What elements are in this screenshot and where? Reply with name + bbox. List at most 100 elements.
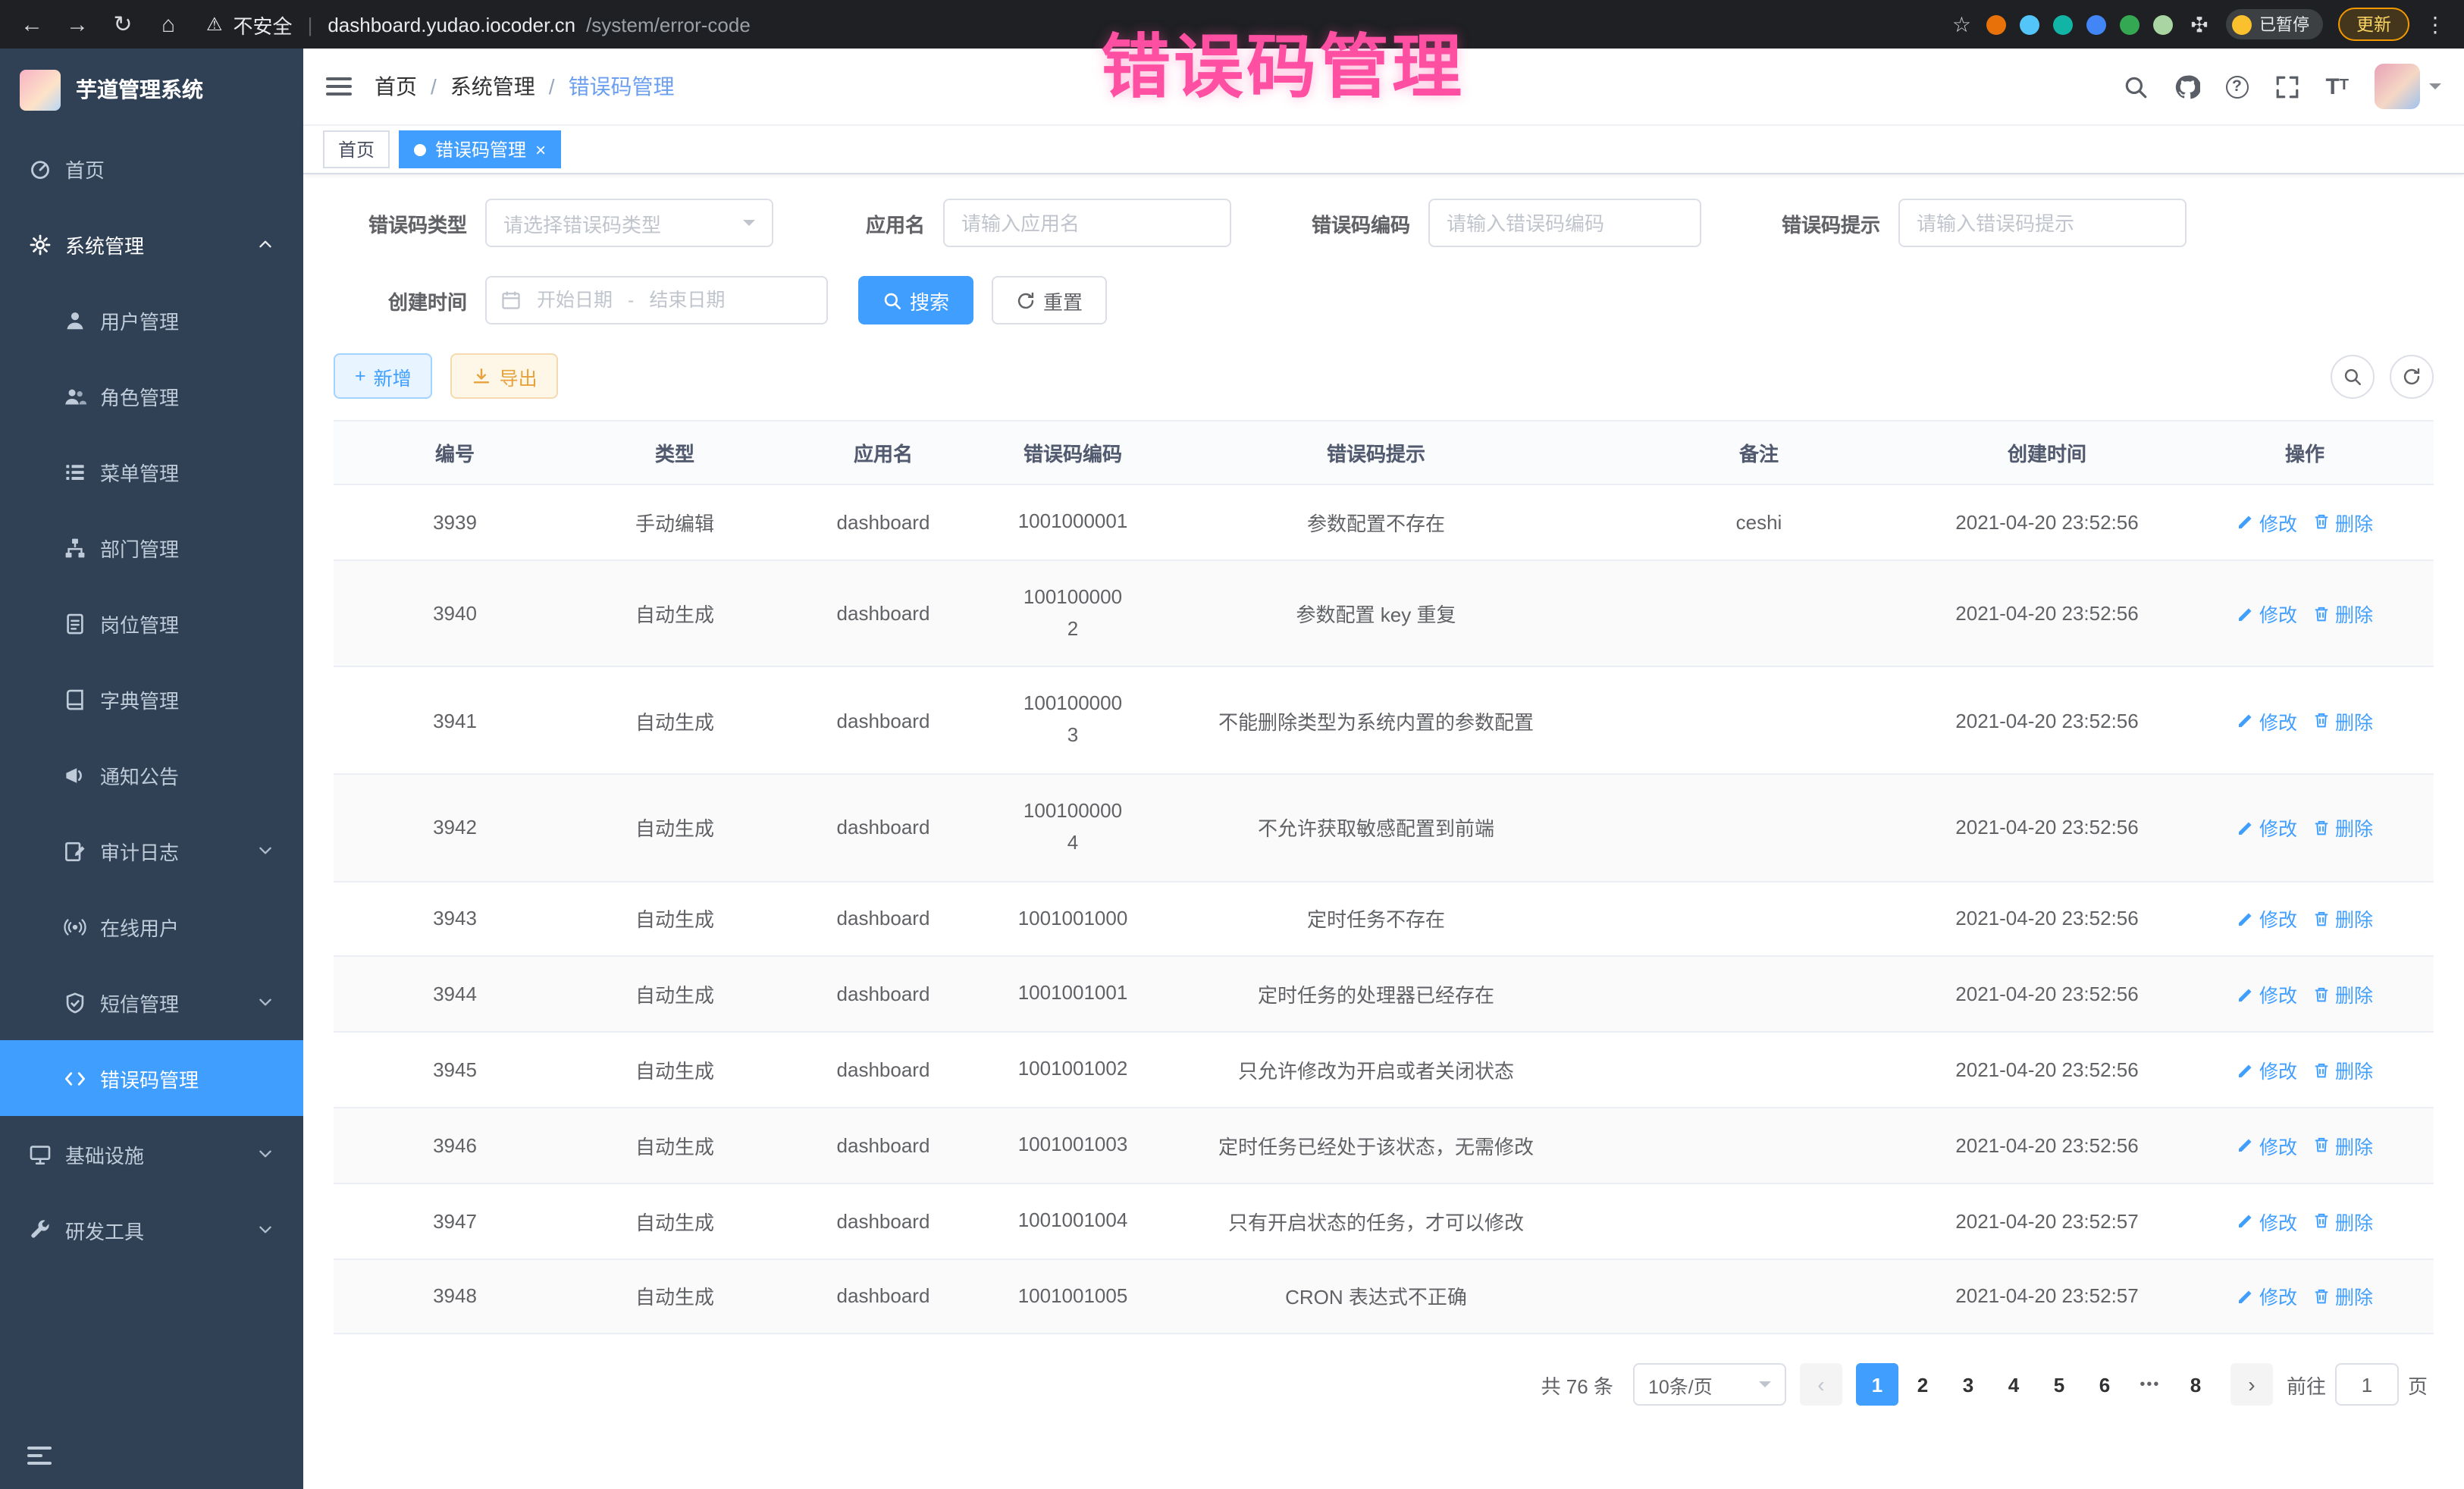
search-button[interactable]: 搜索 [858,276,973,324]
error-hint-input[interactable] [1898,199,2187,247]
extension-icon[interactable] [2020,14,2039,34]
edit-button[interactable]: 修改 [2237,599,2297,628]
update-button[interactable]: 更新 [2338,8,2409,41]
user-menu[interactable] [2375,64,2441,109]
paused-badge[interactable]: 已暂停 [2226,9,2323,39]
github-icon[interactable] [2174,74,2199,99]
sidebar-toggle-button[interactable] [326,77,352,96]
sidebar-item-menu-management[interactable]: 菜单管理 [0,434,303,509]
delete-button[interactable]: 删除 [2312,1055,2373,1084]
font-size-icon[interactable]: TT [2325,75,2349,98]
sidebar-item-dict-management[interactable]: 字典管理 [0,661,303,737]
hide-search-button[interactable] [2331,354,2375,398]
error-code-input[interactable] [1428,199,1701,247]
delete-button[interactable]: 删除 [2312,706,2373,735]
edit-button[interactable]: 修改 [2237,813,2297,842]
forward-icon[interactable]: → [64,11,91,37]
sidebar-item-dev-tools[interactable]: 研发工具 [0,1192,303,1268]
edit-button[interactable]: 修改 [2237,1206,2297,1235]
org-tree-icon [64,536,86,559]
sidebar-item-home[interactable]: 首页 [0,130,303,206]
edit-button[interactable]: 修改 [2237,508,2297,537]
delete-button[interactable]: 删除 [2312,1282,2373,1311]
prev-page-button[interactable]: ‹ [1800,1364,1842,1406]
chrome-menu-icon[interactable]: ⋮ [2425,11,2446,37]
address-bar[interactable]: ⚠ 不安全 | dashboard.yudao.iocoder.cn/syste… [206,10,1934,39]
sidebar-item-error-code-management[interactable]: 错误码管理 [0,1040,303,1116]
refresh-button[interactable] [2390,354,2434,398]
close-icon[interactable]: × [535,139,546,160]
add-button[interactable]: + 新增 [334,353,433,399]
delete-button[interactable]: 删除 [2312,508,2373,537]
delete-button[interactable]: 删除 [2312,904,2373,933]
end-date-input[interactable] [641,288,732,312]
sidebar-item-audit-log[interactable]: 审计日志 [0,813,303,889]
breadcrumb-system[interactable]: 系统管理 [450,71,535,102]
page-button-8[interactable]: 8 [2174,1364,2217,1406]
date-range-picker[interactable]: - [485,276,828,324]
logo[interactable]: 芋道管理系统 [0,49,303,130]
error-hint-label: 错误码提示 [1744,208,1898,237]
app-name-label: 应用名 [816,208,943,237]
page-button-2[interactable]: 2 [1901,1364,1944,1406]
sidebar-item-system-management[interactable]: 系统管理 [0,206,303,282]
page-ellipsis[interactable]: ••• [2129,1364,2171,1406]
sidebar-item-user-management[interactable]: 用户管理 [0,282,303,358]
extension-icon[interactable] [2086,14,2106,34]
bookmark-star-icon[interactable]: ☆ [1952,11,1971,37]
goto-group: 前往 页 [2287,1364,2428,1406]
home-icon[interactable]: ⌂ [155,11,182,37]
export-button[interactable]: 导出 [451,353,559,399]
extension-icon[interactable] [2153,14,2173,34]
warning-icon: ⚠ [206,14,223,35]
breadcrumb-home[interactable]: 首页 [375,71,417,102]
sidebar-item-online-user[interactable]: 在线用户 [0,889,303,964]
help-icon[interactable]: ? [2225,75,2248,98]
reset-button[interactable]: 重置 [992,276,1107,324]
start-date-input[interactable] [529,288,620,312]
delete-button[interactable]: 删除 [2312,980,2373,1009]
fullscreen-icon[interactable] [2274,74,2299,99]
back-icon[interactable]: ← [18,11,45,37]
sidebar-collapse-icon[interactable] [27,1447,52,1465]
page-button-6[interactable]: 6 [2083,1364,2126,1406]
edit-button[interactable]: 修改 [2237,904,2297,933]
page-button-4[interactable]: 4 [1992,1364,2035,1406]
delete-button[interactable]: 删除 [2312,1206,2373,1235]
edit-button[interactable]: 修改 [2237,1131,2297,1160]
cell-code: 1001001001 [993,957,1152,1033]
edit-button[interactable]: 修改 [2237,706,2297,735]
page-size-select[interactable]: 10条/页 [1633,1364,1786,1406]
goto-page-input[interactable] [2335,1364,2399,1406]
table-toolbar: + 新增 导出 [334,353,2434,399]
next-page-button[interactable]: › [2230,1364,2273,1406]
page-button-1[interactable]: 1 [1856,1364,1898,1406]
sidebar-item-sms-management[interactable]: 短信管理 [0,964,303,1040]
page-button-3[interactable]: 3 [1947,1364,1989,1406]
extension-icon[interactable] [1986,14,2006,34]
delete-button[interactable]: 删除 [2312,813,2373,842]
delete-button[interactable]: 删除 [2312,1131,2373,1160]
error-type-select[interactable]: 请选择错误码类型 [485,199,773,247]
puzzle-extension-icon[interactable] [2188,13,2211,36]
sidebar-item-role-management[interactable]: 角色管理 [0,358,303,434]
sidebar-item-dept-management[interactable]: 部门管理 [0,509,303,585]
tab-home[interactable]: 首页 [323,130,390,168]
trash-icon [2312,711,2331,729]
search-icon[interactable] [2122,74,2148,99]
extension-icon[interactable] [2120,14,2140,34]
reload-icon[interactable]: ↻ [109,11,136,38]
sidebar-item-notice[interactable]: 通知公告 [0,737,303,813]
total-count: 共 76 条 [1541,1371,1613,1400]
plus-icon: + [355,365,366,387]
sidebar-item-post-management[interactable]: 岗位管理 [0,585,303,661]
app-name-input[interactable] [943,199,1231,247]
sidebar-item-infrastructure[interactable]: 基础设施 [0,1116,303,1192]
tab-error-code[interactable]: 错误码管理 × [399,130,561,168]
edit-button[interactable]: 修改 [2237,1282,2297,1311]
extension-icon[interactable] [2053,14,2073,34]
delete-button[interactable]: 删除 [2312,599,2373,628]
edit-button[interactable]: 修改 [2237,1055,2297,1084]
edit-button[interactable]: 修改 [2237,980,2297,1009]
page-button-5[interactable]: 5 [2038,1364,2080,1406]
